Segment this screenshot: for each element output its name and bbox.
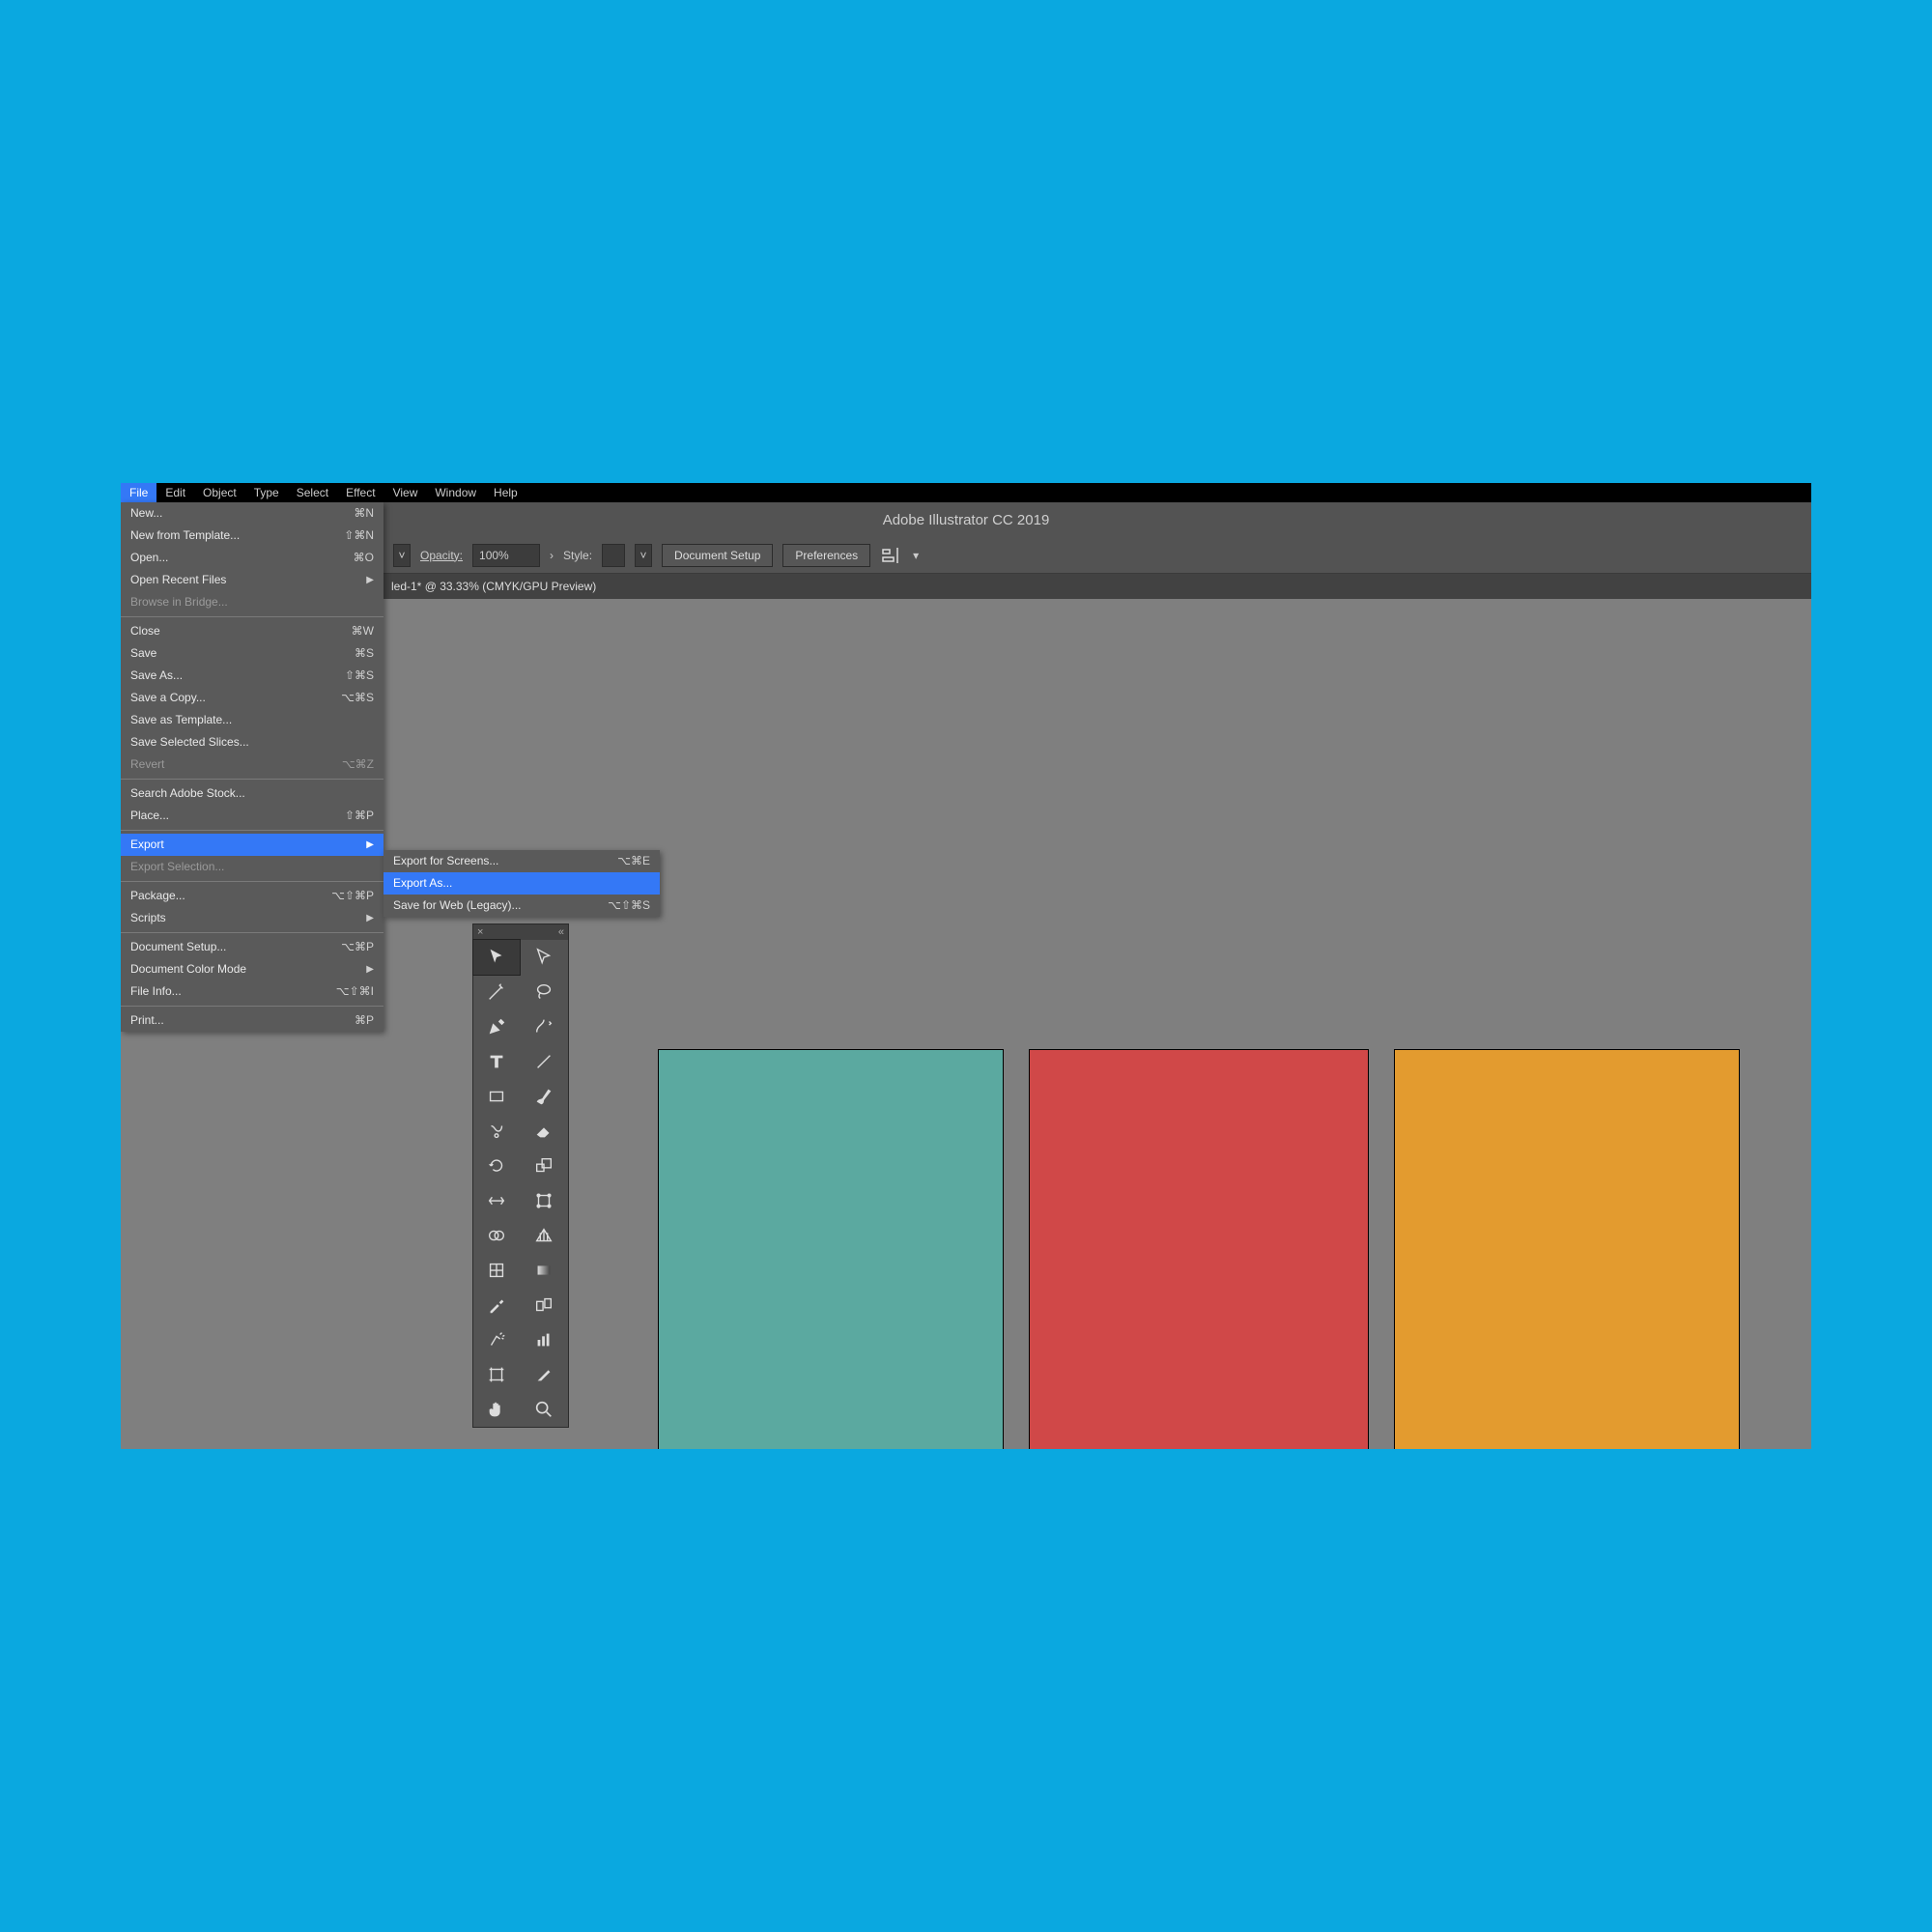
tools-panel: × « <box>472 923 569 1428</box>
export-submenu: Export for Screens...⌥⌘E Export As... Sa… <box>384 850 660 917</box>
submenu-item-export-as[interactable]: Export As... <box>384 872 660 895</box>
file-dropdown-menu: New...⌘N New from Template...⇧⌘N Open...… <box>121 502 384 1032</box>
menu-help[interactable]: Help <box>485 483 526 502</box>
tool-type[interactable] <box>473 1044 520 1079</box>
menu-item-save-selected-slices[interactable]: Save Selected Slices... <box>121 731 384 753</box>
menu-item-close[interactable]: Close⌘W <box>121 620 384 642</box>
tool-line-segment[interactable] <box>521 1044 567 1079</box>
menu-item-save-as[interactable]: Save As...⇧⌘S <box>121 665 384 687</box>
menu-item-open-recent[interactable]: Open Recent Files▶ <box>121 569 384 591</box>
artboard-3[interactable] <box>1394 1049 1740 1449</box>
tool-slice[interactable] <box>521 1357 567 1392</box>
tool-rectangle[interactable] <box>473 1079 520 1114</box>
tool-direct-selection[interactable] <box>521 940 567 975</box>
tool-zoom[interactable] <box>521 1392 567 1427</box>
menu-item-search-adobe-stock[interactable]: Search Adobe Stock... <box>121 782 384 805</box>
menu-select[interactable]: Select <box>288 483 337 502</box>
tool-lasso[interactable] <box>521 975 567 1009</box>
menu-item-new-from-template[interactable]: New from Template...⇧⌘N <box>121 525 384 547</box>
menu-view[interactable]: View <box>384 483 427 502</box>
menu-edit[interactable]: Edit <box>156 483 194 502</box>
menu-item-new[interactable]: New...⌘N <box>121 502 384 525</box>
menu-file[interactable]: File <box>121 483 156 502</box>
app-window: File Edit Object Type Select Effect View… <box>121 483 1811 1449</box>
submenu-arrow-icon: ▶ <box>366 836 374 854</box>
tool-gradient[interactable] <box>521 1253 567 1288</box>
tool-curvature[interactable] <box>521 1009 567 1044</box>
submenu-arrow-icon: ▶ <box>366 909 374 927</box>
tool-scale[interactable] <box>521 1149 567 1183</box>
submenu-arrow-icon: ▶ <box>366 960 374 979</box>
artboard-2[interactable] <box>1029 1049 1369 1449</box>
menu-item-save-a-copy[interactable]: Save a Copy...⌥⌘S <box>121 687 384 709</box>
menu-separator <box>121 616 384 617</box>
menu-item-export[interactable]: Export▶ <box>121 834 384 856</box>
submenu-item-save-for-web[interactable]: Save for Web (Legacy)...⌥⇧⌘S <box>384 895 660 917</box>
menu-item-print[interactable]: Print...⌘P <box>121 1009 384 1032</box>
opacity-value[interactable]: 100% <box>472 544 540 567</box>
tool-rotate[interactable] <box>473 1149 520 1183</box>
app-title: Adobe Illustrator CC 2019 <box>883 512 1050 528</box>
tool-eyedropper[interactable] <box>473 1288 520 1322</box>
menu-item-scripts[interactable]: Scripts▶ <box>121 907 384 929</box>
menu-type[interactable]: Type <box>245 483 288 502</box>
menu-separator <box>121 1006 384 1007</box>
menu-item-browse-in-bridge[interactable]: Browse in Bridge... <box>121 591 384 613</box>
tool-shaper[interactable] <box>473 1114 520 1149</box>
tool-magic-wand[interactable] <box>473 975 520 1009</box>
menu-separator <box>121 881 384 882</box>
submenu-item-export-for-screens[interactable]: Export for Screens...⌥⌘E <box>384 850 660 872</box>
graphic-style-dropdown[interactable] <box>602 544 625 567</box>
stroke-profile-dropdown[interactable]: ˅ <box>393 544 411 567</box>
collapse-icon[interactable]: « <box>558 926 564 938</box>
opacity-flyout-icon[interactable]: › <box>550 549 554 562</box>
tool-blend[interactable] <box>521 1288 567 1322</box>
style-label: Style: <box>563 549 592 562</box>
align-caret-icon[interactable]: ▾ <box>913 549 919 562</box>
align-flyout-icon[interactable] <box>880 544 903 567</box>
menu-item-place[interactable]: Place...⇧⌘P <box>121 805 384 827</box>
menu-window[interactable]: Window <box>426 483 485 502</box>
menu-item-open[interactable]: Open...⌘O <box>121 547 384 569</box>
tool-pen[interactable] <box>473 1009 520 1044</box>
tool-hand[interactable] <box>473 1392 520 1427</box>
preferences-button[interactable]: Preferences <box>782 544 870 567</box>
tool-perspective-grid[interactable] <box>521 1218 567 1253</box>
menu-item-export-selection[interactable]: Export Selection... <box>121 856 384 878</box>
style-dropdown-caret[interactable]: ˅ <box>635 544 652 567</box>
menubar: File Edit Object Type Select Effect View… <box>121 483 1811 502</box>
tool-column-graph[interactable] <box>521 1322 567 1357</box>
menu-effect[interactable]: Effect <box>337 483 384 502</box>
menu-item-document-setup[interactable]: Document Setup...⌥⌘P <box>121 936 384 958</box>
tool-eraser[interactable] <box>521 1114 567 1149</box>
menu-item-file-info[interactable]: File Info...⌥⇧⌘I <box>121 980 384 1003</box>
opacity-label[interactable]: Opacity: <box>420 549 463 562</box>
menu-item-save[interactable]: Save⌘S <box>121 642 384 665</box>
artboard-1[interactable] <box>658 1049 1004 1449</box>
menu-separator <box>121 830 384 831</box>
menu-separator <box>121 932 384 933</box>
menu-item-save-as-template[interactable]: Save as Template... <box>121 709 384 731</box>
tool-shape-builder[interactable] <box>473 1218 520 1253</box>
tool-width[interactable] <box>473 1183 520 1218</box>
menu-item-revert[interactable]: Revert⌥⌘Z <box>121 753 384 776</box>
tools-panel-header[interactable]: × « <box>473 924 568 940</box>
submenu-arrow-icon: ▶ <box>366 571 374 589</box>
tool-artboard[interactable] <box>473 1357 520 1392</box>
menu-object[interactable]: Object <box>194 483 245 502</box>
close-icon[interactable]: × <box>477 926 483 938</box>
document-tab[interactable]: led-1* @ 33.33% (CMYK/GPU Preview) <box>391 580 596 593</box>
menu-item-document-color-mode[interactable]: Document Color Mode▶ <box>121 958 384 980</box>
menu-item-package[interactable]: Package...⌥⇧⌘P <box>121 885 384 907</box>
tool-paintbrush[interactable] <box>521 1079 567 1114</box>
tool-symbol-sprayer[interactable] <box>473 1322 520 1357</box>
tool-selection[interactable] <box>473 940 520 975</box>
document-setup-button[interactable]: Document Setup <box>662 544 773 567</box>
tool-free-transform[interactable] <box>521 1183 567 1218</box>
menu-separator <box>121 779 384 780</box>
tool-mesh[interactable] <box>473 1253 520 1288</box>
